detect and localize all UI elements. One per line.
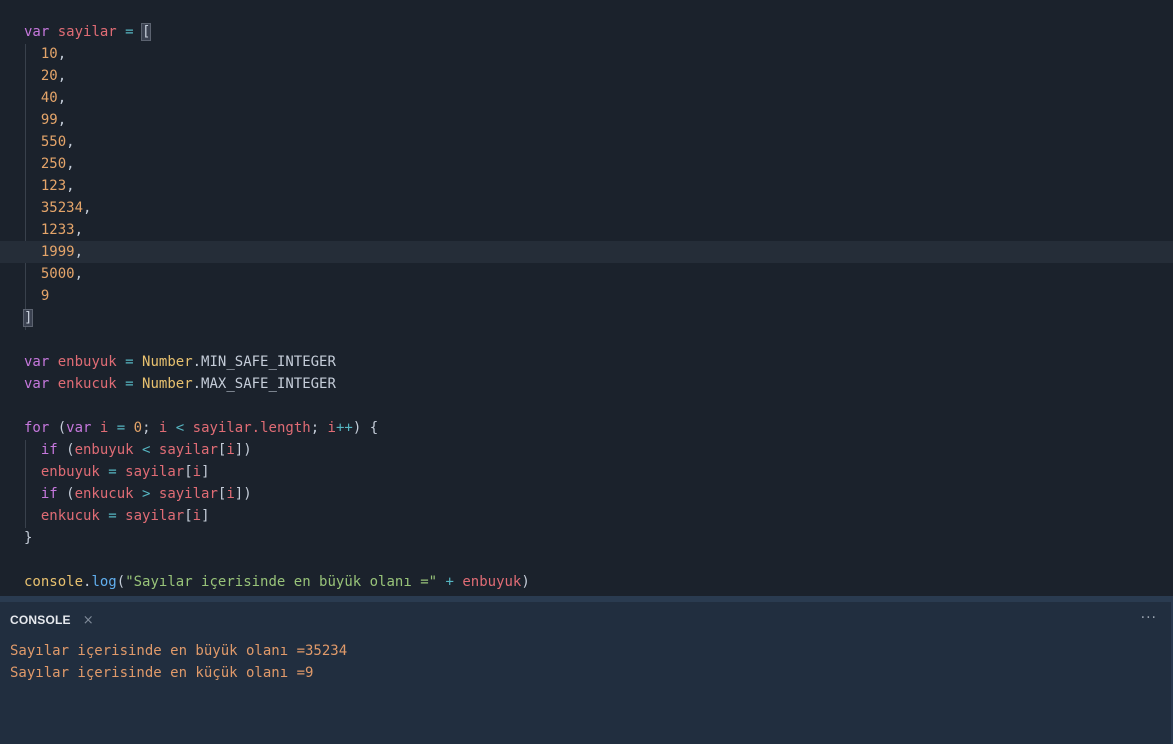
array-item: 35234, bbox=[40, 200, 92, 216]
console-log-line: Sayılar içerisinde en büyük olanı =35234 bbox=[10, 643, 348, 659]
array-item: 1233, bbox=[40, 222, 84, 238]
array-item: 550, bbox=[40, 134, 75, 150]
array-item: 250, bbox=[40, 156, 75, 172]
code-line: var enkucuk = Number.MAX_SAFE_INTEGER bbox=[24, 376, 336, 392]
code-line: enkucuk = sayilar[i] bbox=[40, 508, 210, 524]
array-item: 40, bbox=[40, 90, 67, 106]
code-line: var enbuyuk = Number.MIN_SAFE_INTEGER bbox=[24, 354, 336, 370]
code-line: if (enbuyuk < sayilar[i]) bbox=[40, 442, 252, 458]
array-item: 9 bbox=[40, 288, 50, 304]
array-item: 20, bbox=[40, 68, 67, 84]
console-panel: CONSOLE × ··· Sayılar içerisinde en büyü… bbox=[0, 602, 1173, 744]
close-icon[interactable]: × bbox=[83, 613, 94, 628]
array-item: 5000, bbox=[40, 266, 84, 282]
array-item: 123, bbox=[40, 178, 75, 194]
bracket-match: ] bbox=[22, 309, 34, 327]
code-line: ] bbox=[22, 307, 1173, 329]
array-item: 99, bbox=[40, 112, 67, 128]
bracket-match: [ bbox=[140, 23, 152, 41]
console-log-line: Sayılar içerisinde en küçük olanı =9 bbox=[10, 665, 314, 681]
code-content[interactable]: var sayilar = [ 10, 20, 40, 99, 550, 250… bbox=[0, 21, 1173, 593]
array-item: 10, bbox=[40, 46, 67, 62]
code-editor[interactable]: var sayilar = [ 10, 20, 40, 99, 550, 250… bbox=[0, 0, 1173, 596]
more-options-icon[interactable]: ··· bbox=[1141, 610, 1157, 626]
console-header: CONSOLE × ··· bbox=[10, 610, 1173, 630]
code-line: enbuyuk = sayilar[i] bbox=[40, 464, 210, 480]
code-line: for (var i = 0; i < sayilar.length; i++)… bbox=[24, 420, 379, 436]
console-output: Sayılar içerisinde en büyük olanı =35234… bbox=[10, 640, 347, 684]
current-line: 1999, bbox=[0, 241, 1173, 263]
console-tab[interactable]: CONSOLE bbox=[10, 613, 71, 627]
code-line: var sayilar = [ bbox=[24, 23, 152, 41]
code-line: } bbox=[24, 530, 33, 546]
code-line: if (enkucuk > sayilar[i]) bbox=[40, 486, 252, 502]
code-line: console.log("Sayılar içerisinde en büyük… bbox=[24, 574, 530, 590]
